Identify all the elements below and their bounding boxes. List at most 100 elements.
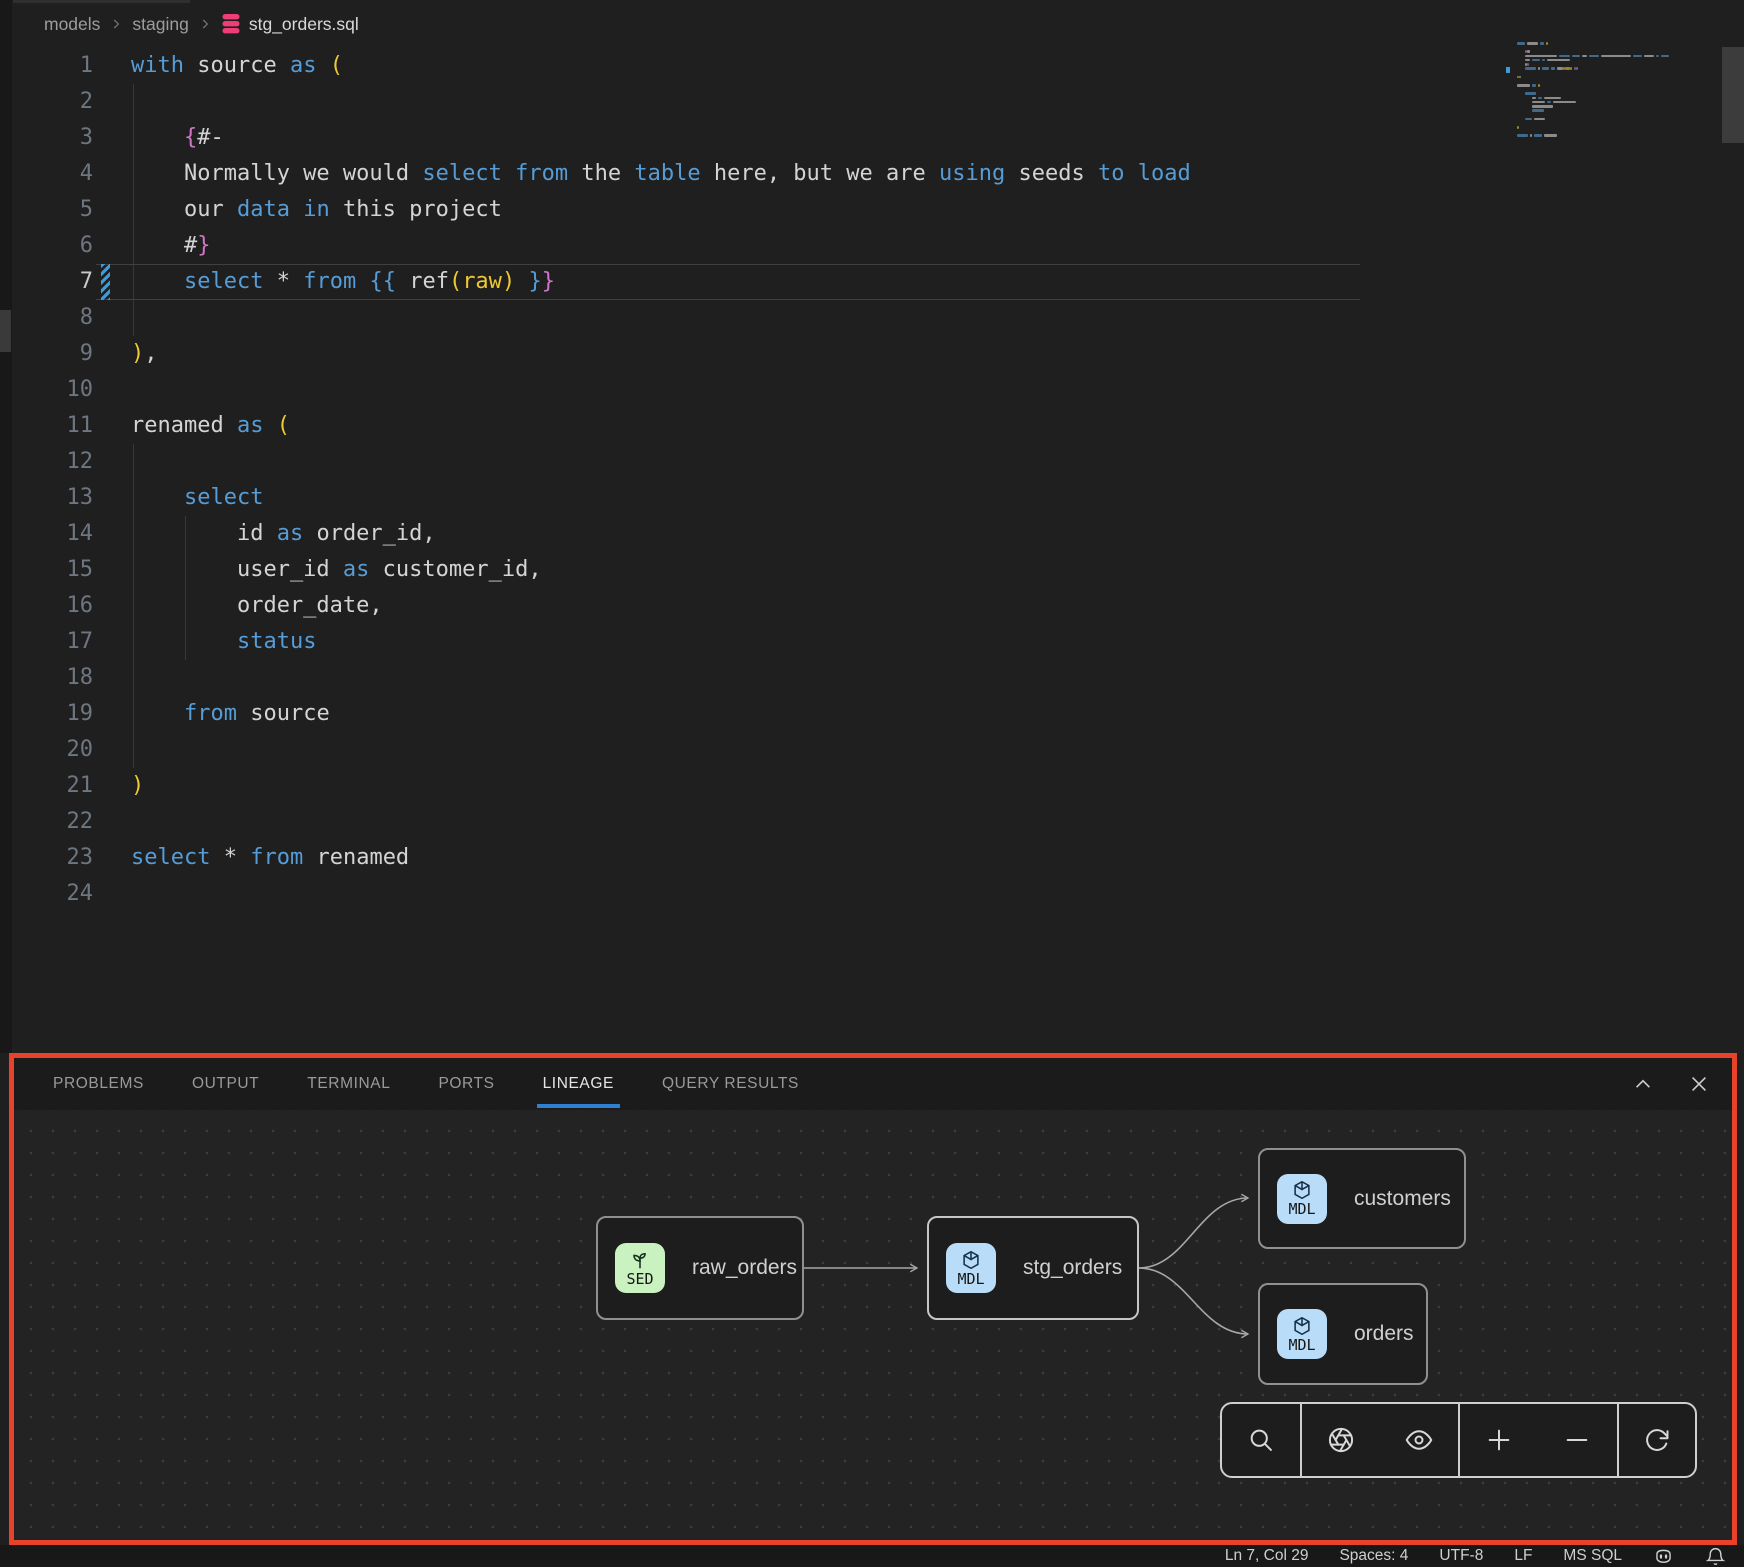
lineage-node-orders[interactable]: MDLorders	[1258, 1283, 1428, 1385]
token: order_date,	[131, 593, 383, 618]
minimap-line	[1538, 97, 1542, 100]
panel-actions	[1632, 1058, 1710, 1110]
cube-icon: MDL	[1277, 1309, 1327, 1359]
token	[290, 197, 303, 222]
token: from	[515, 161, 568, 186]
token: using	[939, 161, 1005, 186]
editor-scrollbar-thumb[interactable]	[1722, 47, 1744, 143]
code-line: 18	[0, 660, 1744, 696]
minimap-line	[1601, 55, 1631, 58]
breadcrumb-file-name: stg_orders.sql	[249, 14, 359, 35]
code-line: 6 #}	[0, 228, 1744, 264]
token: ,	[144, 341, 157, 366]
minimap-line	[1532, 59, 1540, 62]
line-number: 6	[13, 228, 93, 264]
statusbar-item-spaces-4[interactable]: Spaces: 4	[1339, 1547, 1408, 1565]
statusbar-item-utf-8[interactable]: UTF-8	[1439, 1547, 1483, 1565]
token: table	[634, 161, 700, 186]
code-line: 9),	[0, 336, 1744, 372]
cube-icon: MDL	[946, 1243, 996, 1293]
badge-label: MDL	[957, 1271, 984, 1288]
tab-lineage[interactable]: LINEAGE	[543, 1058, 614, 1110]
chevron-up-icon[interactable]	[1632, 1073, 1654, 1095]
code-line: 5 our data in this project	[0, 192, 1744, 228]
token: the	[568, 161, 634, 186]
lineage-node-raw_orders[interactable]: SEDraw_orders	[596, 1216, 804, 1320]
token: from	[303, 269, 356, 294]
lineage-toolbar	[1220, 1402, 1697, 1478]
token: select	[184, 269, 263, 294]
code-line: 12	[0, 444, 1744, 480]
tab-query-results[interactable]: QUERY RESULTS	[662, 1058, 799, 1110]
minimap-line	[1538, 84, 1540, 87]
minimap-line	[1559, 55, 1570, 58]
copilot-icon[interactable]	[1653, 1546, 1674, 1567]
edge-stg-to-customers	[1139, 1198, 1248, 1268]
minimap-line	[1576, 67, 1578, 70]
token	[131, 701, 184, 726]
token: *	[210, 845, 250, 870]
token: *	[263, 269, 303, 294]
code-line: 21)	[0, 768, 1744, 804]
line-number: 16	[13, 588, 93, 624]
bell-icon[interactable]	[1705, 1546, 1726, 1567]
minimap[interactable]	[1513, 40, 1699, 148]
minimap-line	[1534, 134, 1542, 137]
token: (	[330, 53, 343, 78]
lineage-canvas[interactable]: SEDraw_ordersMDLstg_ordersMDLcustomersMD…	[14, 1110, 1732, 1540]
token: with	[131, 53, 184, 78]
chevron-right-icon	[198, 17, 212, 31]
token	[1124, 161, 1137, 186]
code-area[interactable]: 1with source as (23 {#-4 Normally we wou…	[0, 48, 1744, 948]
statusbar-item-ln-7-col-29[interactable]: Ln 7, Col 29	[1225, 1547, 1309, 1565]
badge-label: MDL	[1288, 1201, 1315, 1218]
code-line: 8	[0, 300, 1744, 336]
token: source	[184, 53, 290, 78]
code-text: with source as (	[131, 48, 343, 84]
tab-problems[interactable]: PROBLEMS	[53, 1058, 144, 1110]
lineage-node-stg_orders[interactable]: MDLstg_orders	[927, 1216, 1139, 1320]
code-text: )	[131, 768, 144, 804]
aperture-icon[interactable]	[1313, 1404, 1369, 1476]
code-text: Normally we would select from the table …	[131, 156, 1191, 192]
tab-output[interactable]: OUTPUT	[192, 1058, 259, 1110]
minimap-line	[1532, 97, 1536, 100]
token	[131, 629, 237, 654]
close-icon[interactable]	[1688, 1073, 1710, 1095]
token: to	[1098, 161, 1125, 186]
minimap-line	[1540, 42, 1544, 45]
line-number: 19	[13, 696, 93, 732]
line-number: 18	[13, 660, 93, 696]
badge-label: SED	[626, 1271, 653, 1288]
minimap-line	[1517, 42, 1525, 45]
code-line: 4 Normally we would select from the tabl…	[0, 156, 1744, 192]
breadcrumb-item-staging[interactable]: staging	[132, 14, 188, 35]
statusbar-item-ms-sql[interactable]: MS SQL	[1563, 1547, 1622, 1565]
tab-terminal[interactable]: TERMINAL	[307, 1058, 390, 1110]
token: ref	[396, 269, 449, 294]
token	[515, 269, 528, 294]
minimap-line	[1532, 105, 1553, 108]
breadcrumb-item-models[interactable]: models	[44, 14, 100, 35]
zoom-out-icon[interactable]	[1549, 1404, 1605, 1476]
code-line: 19 from source	[0, 696, 1744, 732]
token	[356, 269, 369, 294]
minimap-line	[1517, 134, 1528, 137]
token: as	[343, 557, 370, 582]
token: id	[131, 521, 277, 546]
token: status	[237, 629, 316, 654]
code-line: 1with source as (	[0, 48, 1744, 84]
eye-icon[interactable]	[1391, 1404, 1447, 1476]
lineage-node-customers[interactable]: MDLcustomers	[1258, 1148, 1466, 1249]
tab-ports[interactable]: PORTS	[438, 1058, 494, 1110]
breadcrumb-item-file[interactable]: stg_orders.sql	[221, 13, 359, 35]
zoom-in-icon[interactable]	[1471, 1404, 1527, 1476]
token: from	[184, 701, 237, 726]
search-icon[interactable]	[1233, 1404, 1289, 1476]
statusbar-item-lf[interactable]: LF	[1514, 1547, 1532, 1565]
minimap-line	[1532, 84, 1536, 87]
refresh-icon[interactable]	[1629, 1404, 1685, 1476]
line-number: 7	[13, 264, 93, 300]
minimap-line	[1534, 118, 1545, 121]
minimap-line	[1661, 55, 1669, 58]
